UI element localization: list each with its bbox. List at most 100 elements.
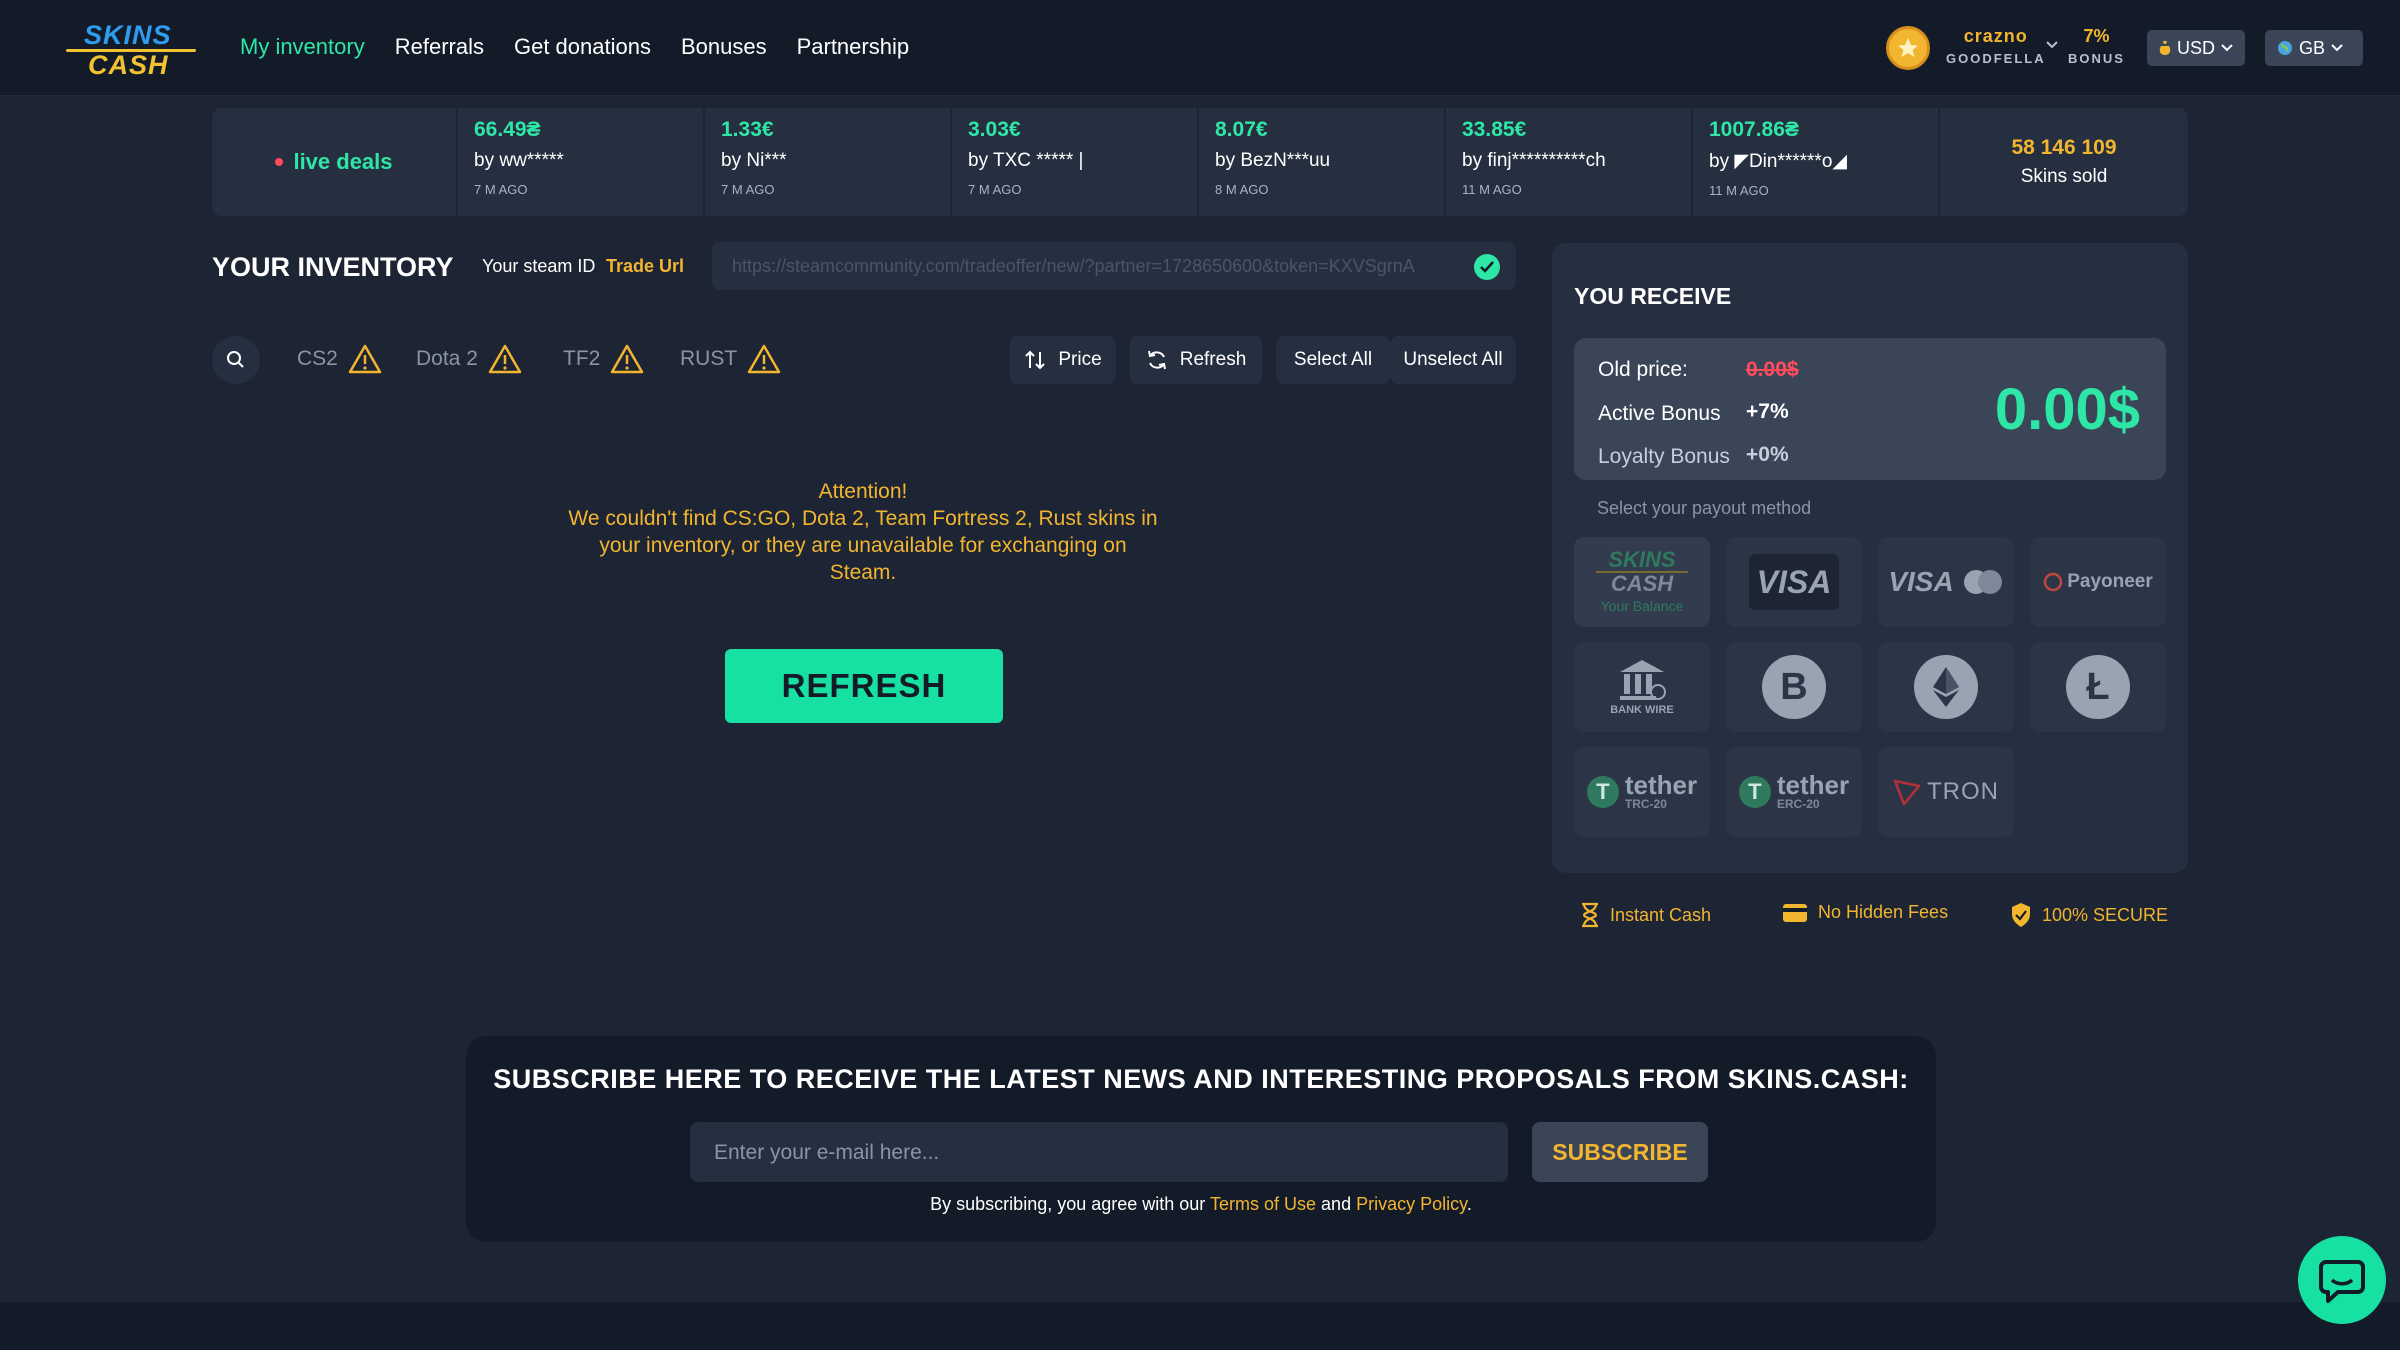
refresh-button[interactable]: Refresh	[1130, 336, 1262, 384]
terms-link[interactable]: Terms of Use	[1210, 1194, 1316, 1214]
bitcoin-icon: B	[1762, 655, 1826, 719]
tron-icon	[1893, 779, 1921, 806]
bank-icon	[1620, 660, 1666, 700]
search-button[interactable]	[212, 336, 260, 384]
active-bonus-value: +7%	[1746, 400, 1789, 423]
payout-bitcoin[interactable]: B	[1726, 642, 1862, 732]
subscribe-section: SUBSCRIBE HERE TO RECEIVE THE LATEST NEW…	[466, 1036, 1936, 1242]
skins-sold-counter: 58 146 109 Skins sold	[2011, 136, 2117, 187]
money-bag-icon	[2159, 41, 2171, 55]
main-nav: My inventory Referrals Get donations Bon…	[240, 34, 909, 60]
deal-item: 8.07€ by BezN***uu 8 M AGO	[1199, 108, 1446, 216]
deal-item: 33.85€ by finj**********ch 11 M AGO	[1446, 108, 1693, 216]
warning-icon	[611, 344, 644, 374]
tether-icon: T	[1738, 776, 1771, 808]
payout-label: Select your payout method	[1597, 498, 1812, 518]
total-amount: 0.00$	[1994, 377, 2140, 442]
refresh-inventory-button[interactable]: REFRESH	[725, 649, 1003, 723]
payout-tron[interactable]: TRON	[1878, 747, 2014, 837]
subscribe-title: SUBSCRIBE HERE TO RECEIVE THE LATEST NEW…	[493, 1064, 1909, 1094]
chat-support-button[interactable]	[2298, 1236, 2386, 1324]
user-avatar[interactable]	[1886, 26, 1930, 70]
nav-get-donations[interactable]: Get donations	[514, 34, 651, 60]
visa-card-icon: VISA	[1749, 554, 1839, 610]
live-deals-bar: live deals 66.49₴ by ww***** 7 M AGO 1.3…	[212, 108, 2188, 216]
nav-bonuses[interactable]: Bonuses	[681, 34, 767, 60]
nav-my-inventory[interactable]: My inventory	[240, 34, 365, 60]
attention-title: Attention!	[818, 480, 908, 503]
empty-inventory-message: Attention! We couldn't find CS:GO, Dota …	[568, 478, 1158, 586]
receive-title: YOU RECEIVE	[1574, 283, 1732, 309]
warning-icon	[348, 344, 382, 374]
payout-visa[interactable]: VISA	[1726, 537, 1862, 627]
globe-icon	[2278, 41, 2292, 55]
tab-tf2[interactable]: TF2	[563, 344, 644, 374]
attention-text: We couldn't find CS:GO, Dota 2, Team For…	[568, 507, 1158, 584]
live-deals-label: live deals	[212, 108, 458, 216]
chevron-down-icon	[2221, 44, 2233, 52]
payoneer-icon	[2043, 572, 2063, 592]
trade-url-input[interactable]: https://steamcommunity.com/tradeoffer/ne…	[712, 242, 1516, 290]
language-select[interactable]: GB	[2265, 30, 2363, 66]
privacy-link[interactable]: Privacy Policy	[1356, 1194, 1467, 1214]
payout-skins-balance[interactable]: SKINS CASH Your Balance	[1574, 537, 1710, 627]
subscribe-note: By subscribing, you agree with our Terms…	[930, 1194, 1472, 1214]
live-dot-icon	[275, 158, 284, 166]
currency-select[interactable]: USD	[2147, 30, 2245, 66]
sort-arrows-icon	[1025, 350, 1046, 370]
unselect-all-button[interactable]: Unselect All	[1390, 336, 1516, 384]
mastercard-icon	[1963, 570, 2002, 594]
star-icon	[1898, 38, 1918, 57]
nav-referrals[interactable]: Referrals	[395, 34, 484, 60]
chevron-down-icon[interactable]	[2045, 40, 2059, 50]
feature-no-hidden-fees: No Hidden Fees	[1782, 902, 1948, 923]
chat-icon	[2319, 1260, 2365, 1303]
payout-bank-wire[interactable]: BANK WIRE	[1574, 642, 1710, 732]
trade-url-link[interactable]: Trade Url	[606, 256, 684, 277]
feature-secure: 100% SECURE	[2010, 902, 2168, 928]
deal-item: 1007.86₴ by ◤Din******o◢ 11 M AGO	[1693, 108, 1940, 216]
footer-strip	[0, 1302, 2400, 1350]
hourglass-icon	[1582, 902, 1598, 928]
payout-ethereum[interactable]	[1878, 642, 2014, 732]
shield-check-icon	[2012, 903, 2030, 927]
inventory-title: YOUR INVENTORY	[212, 252, 454, 282]
bonus-indicator[interactable]: 7% BONUS	[2068, 26, 2125, 66]
payout-tether-erc20[interactable]: T tether ERC-20	[1726, 747, 1862, 837]
subscribe-button[interactable]: SUBSCRIBE	[1532, 1122, 1708, 1182]
sort-price-button[interactable]: Price	[1010, 336, 1116, 384]
payout-tether-trc20[interactable]: T tether TRC-20	[1574, 747, 1710, 837]
tab-rust[interactable]: RUST	[680, 344, 781, 374]
deal-item: 1.33€ by Ni*** 7 M AGO	[705, 108, 952, 216]
tab-cs2[interactable]: CS2	[297, 344, 382, 374]
user-rank: GOODFELLA	[1946, 51, 2046, 66]
skins-cash-logo[interactable]: SKINS CASH	[66, 20, 196, 80]
tab-dota2[interactable]: Dota 2	[416, 344, 522, 374]
payout-payoneer[interactable]: Payoneer	[2030, 537, 2166, 627]
ethereum-icon	[1914, 655, 1978, 719]
refresh-icon	[1147, 350, 1166, 370]
chevron-down-icon	[2331, 44, 2343, 52]
email-input[interactable]: Enter your e-mail here...	[690, 1122, 1508, 1182]
user-menu[interactable]: crazno GOODFELLA	[1946, 26, 2046, 66]
tether-icon: T	[1586, 776, 1619, 808]
check-icon	[1474, 254, 1500, 280]
receive-panel: YOU RECEIVE Old price: 0.00$ Active Bonu…	[1552, 243, 2188, 873]
old-price-value: 0.00$	[1746, 358, 1799, 381]
price-summary: Old price: 0.00$ Active Bonus +7% Loyalt…	[1574, 338, 2166, 480]
warning-icon	[488, 344, 522, 374]
top-header: SKINS CASH My inventory Referrals Get do…	[0, 0, 2400, 96]
steam-id-label: Your steam ID	[482, 256, 596, 276]
payout-visa-mastercard[interactable]: VISA	[1878, 537, 2014, 627]
deal-item: 66.49₴ by ww***** 7 M AGO	[458, 108, 705, 216]
select-all-button[interactable]: Select All	[1276, 336, 1390, 384]
warning-icon	[747, 344, 781, 374]
nav-partnership[interactable]: Partnership	[797, 34, 910, 60]
payout-litecoin[interactable]: Ł	[2030, 642, 2166, 732]
credit-card-icon	[1783, 903, 1807, 922]
deal-item: 3.03€ by TXC ***** | 7 M AGO	[952, 108, 1199, 216]
feature-instant-cash: Instant Cash	[1580, 902, 1711, 928]
search-icon	[227, 351, 244, 368]
loyalty-bonus-value: +0%	[1746, 443, 1789, 466]
litecoin-icon: Ł	[2066, 655, 2130, 719]
